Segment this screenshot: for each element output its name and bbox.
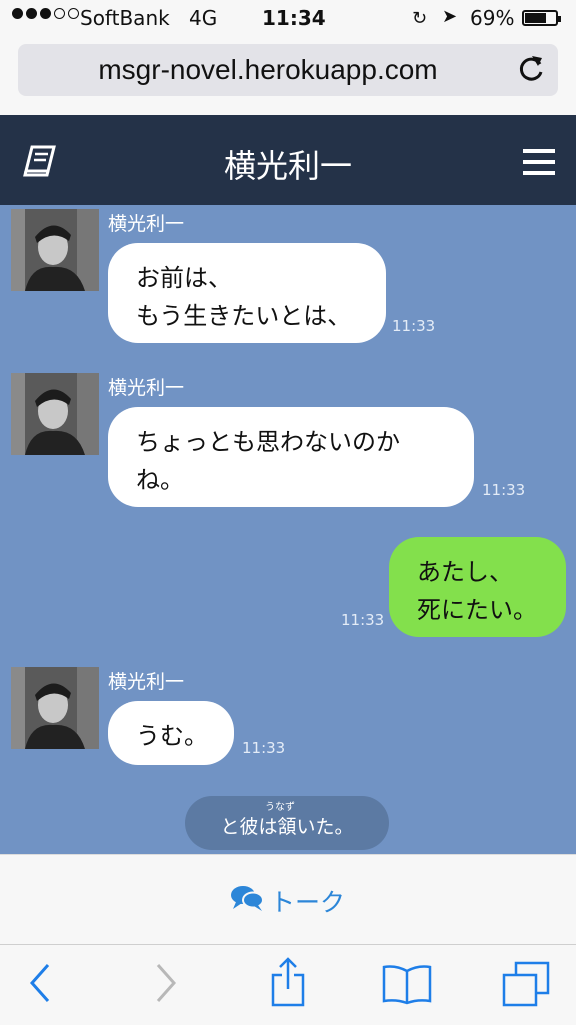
narration-bubble: うなず と彼は頷いた。 — [185, 796, 389, 850]
chat-bubbles-icon — [230, 884, 264, 918]
url-text[interactable]: msgr-novel.herokuapp.com — [18, 54, 518, 86]
avatar — [11, 209, 99, 291]
address-bar[interactable]: msgr-novel.herokuapp.com — [18, 44, 558, 96]
chat-area[interactable]: 横光利一 お前は、 もう生きたいとは、 11:33 横光利一 ちょっとも思わない… — [0, 205, 576, 854]
sender-name: 横光利一 — [108, 377, 185, 399]
message-time: 11:33 — [482, 481, 526, 499]
narration-ruby: うなず — [265, 802, 295, 813]
status-bar: SoftBank 4G 11:34 ↻ ➤ 69% — [0, 0, 576, 36]
sender-name: 横光利一 — [108, 671, 185, 693]
share-icon[interactable] — [270, 957, 306, 1011]
battery-fill — [525, 13, 546, 23]
battery-percent: 69% — [470, 6, 515, 30]
message-bubble: うむ。 — [108, 701, 234, 765]
message-bubble: お前は、 もう生きたいとは、 — [108, 243, 386, 343]
tab-talk[interactable]: トーク — [230, 883, 345, 919]
bookmarks-icon[interactable] — [382, 963, 432, 1009]
signal-strength-icon — [12, 8, 79, 19]
avatar — [11, 373, 99, 455]
message-time: 11:33 — [242, 739, 286, 757]
reload-icon[interactable] — [518, 52, 546, 88]
menu-icon[interactable] — [523, 149, 555, 179]
avatar — [11, 667, 99, 749]
carrier-name: SoftBank — [80, 6, 170, 30]
message-time: 11:33 — [392, 317, 436, 335]
forward-icon[interactable] — [152, 961, 180, 1009]
app-tab-bar: トーク — [0, 854, 576, 945]
back-icon[interactable] — [26, 961, 54, 1009]
battery-icon — [522, 10, 561, 26]
app-header: 横光利一 — [0, 115, 576, 205]
tabs-icon[interactable] — [502, 961, 550, 1011]
tab-talk-label: トーク — [270, 888, 346, 917]
narration-text: と彼は頷いた。 — [220, 816, 354, 838]
message-time: 11:33 — [341, 611, 385, 629]
page-title: 横光利一 — [223, 147, 352, 185]
rotation-lock-icon: ↻ — [412, 8, 428, 29]
status-time: 11:34 — [262, 6, 326, 30]
sender-name: 横光利一 — [108, 213, 185, 235]
location-icon: ➤ — [442, 6, 458, 27]
browser-toolbar — [0, 944, 576, 1025]
message-bubble: ちょっとも思わないのか ね。 — [108, 407, 474, 507]
my-message-bubble: あたし、 死にたい。 — [389, 537, 566, 637]
network-type: 4G — [189, 6, 218, 30]
